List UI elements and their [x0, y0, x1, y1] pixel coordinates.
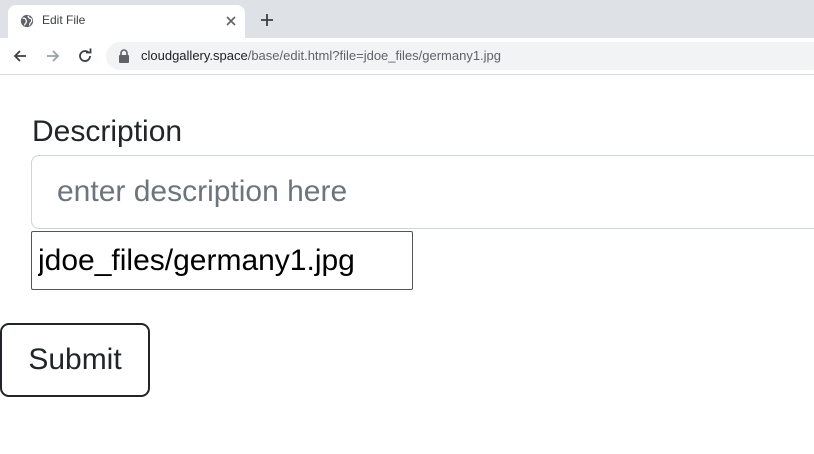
- close-icon[interactable]: [224, 14, 238, 28]
- arrow-right-icon[interactable]: [44, 47, 62, 65]
- submit-button[interactable]: Submit: [0, 323, 150, 397]
- reload-icon[interactable]: [76, 47, 94, 65]
- globe-icon: [20, 14, 34, 28]
- url-host: cloudgallery.space: [141, 48, 248, 63]
- description-input[interactable]: [31, 155, 814, 229]
- url-path: /base/edit.html?file=jdoe_files/germany1…: [247, 48, 502, 63]
- page-content: Description Submit: [0, 75, 814, 454]
- browser-tab-edit-file[interactable]: Edit File: [8, 5, 245, 38]
- lock-icon[interactable]: [118, 49, 130, 63]
- tab-title: Edit File: [42, 13, 86, 27]
- browser-toolbar: cloudgallery.space/base/edit.html?file=j…: [0, 38, 814, 75]
- browser-tabstrip: Edit File: [0, 0, 814, 38]
- address-url: cloudgallery.space/base/edit.html?file=j…: [141, 48, 501, 63]
- arrow-left-icon[interactable]: [11, 47, 29, 65]
- description-label: Description: [32, 115, 183, 148]
- address-bar[interactable]: cloudgallery.space/base/edit.html?file=j…: [106, 42, 814, 70]
- plus-icon[interactable]: [259, 12, 275, 28]
- file-path-input[interactable]: [31, 231, 413, 290]
